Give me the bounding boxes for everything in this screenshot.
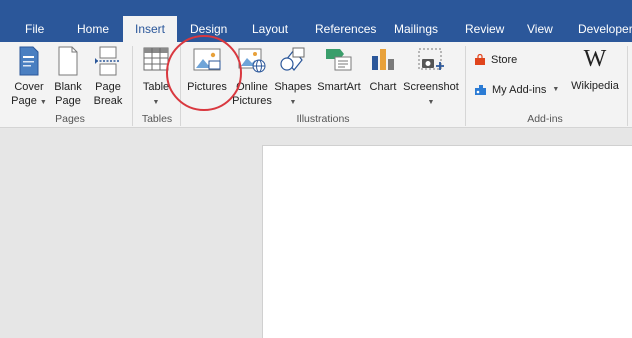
- highlight-circle: [166, 35, 242, 111]
- cover-page-label-1: Cover: [14, 81, 44, 93]
- page-break-icon: [95, 46, 120, 76]
- page-break-label-1: Page: [95, 81, 121, 93]
- chart-label: Chart: [369, 81, 397, 93]
- wikipedia-icon: W: [583, 46, 607, 72]
- table-icon: [143, 47, 169, 71]
- screenshot-label: Screenshot: [403, 81, 459, 93]
- store-button[interactable]: Store: [474, 54, 517, 66]
- group-separator: [132, 46, 133, 126]
- chevron-down-icon: ▼: [427, 99, 435, 106]
- store-label: Store: [491, 54, 518, 66]
- tab-view[interactable]: View: [527, 18, 553, 42]
- store-icon: [475, 54, 485, 65]
- online-pictures-label-2: Pictures: [232, 95, 272, 107]
- group-label-addins: Add-ins: [527, 113, 563, 125]
- wikipedia-label: Wikipedia: [571, 80, 619, 92]
- tab-insert[interactable]: Insert: [123, 16, 178, 42]
- shapes-button[interactable]: Shapes ▼: [273, 44, 313, 112]
- chevron-down-icon: ▼: [289, 99, 297, 106]
- smartart-icon: [326, 49, 352, 71]
- group-separator: [465, 46, 466, 126]
- cover-page-icon: [19, 46, 39, 76]
- blank-page-icon: [58, 46, 78, 76]
- tab-developer[interactable]: Developer: [578, 18, 632, 42]
- blank-page-label-1: Blank: [54, 81, 82, 93]
- chevron-down-icon: ▼: [152, 99, 160, 106]
- my-addins-label: My Add-ins: [492, 83, 547, 96]
- tab-file[interactable]: File: [25, 18, 44, 42]
- tab-mailings[interactable]: Mailings: [394, 18, 438, 42]
- ribbon: Cover Page ▼ Blank Page Page Break Pages: [0, 42, 632, 128]
- wikipedia-button[interactable]: W Wikipedia: [568, 44, 622, 112]
- group-label-tables: Tables: [141, 113, 173, 125]
- shapes-icon: [280, 47, 305, 71]
- page-break-label-2: Break: [93, 95, 123, 107]
- ribbon-tab-bar: File Home Insert Design Layout Reference…: [0, 0, 632, 42]
- tab-layout[interactable]: Layout: [252, 18, 288, 42]
- tab-home[interactable]: Home: [77, 18, 109, 42]
- shapes-label: Shapes: [274, 81, 312, 93]
- smartart-label: SmartArt: [317, 81, 361, 93]
- my-addins-button[interactable]: My Add-ins ▼: [474, 83, 559, 96]
- chevron-down-icon[interactable]: ▼: [552, 86, 559, 93]
- group-separator: [627, 46, 628, 126]
- chart-icon: [372, 49, 394, 70]
- group-label-pages: Pages: [55, 113, 85, 125]
- chevron-down-icon: ▼: [39, 99, 47, 106]
- document-page[interactable]: [262, 145, 632, 338]
- tab-review[interactable]: Review: [465, 18, 504, 42]
- group-label-illustrations: Illustrations: [296, 113, 350, 125]
- blank-page-button[interactable]: Blank Page: [50, 44, 86, 112]
- page-break-button[interactable]: Page Break: [88, 44, 128, 112]
- screenshot-button[interactable]: Screenshot ▼: [402, 44, 460, 112]
- smartart-button[interactable]: SmartArt: [314, 44, 364, 112]
- cover-page-label-2: Page: [11, 95, 37, 107]
- cover-page-button[interactable]: Cover Page ▼: [8, 44, 50, 112]
- chart-button[interactable]: Chart: [366, 44, 400, 112]
- my-addins-icon: [475, 85, 486, 95]
- screenshot-icon: [418, 48, 444, 70]
- blank-page-label-2: Page: [55, 95, 81, 107]
- tab-references[interactable]: References: [315, 18, 376, 42]
